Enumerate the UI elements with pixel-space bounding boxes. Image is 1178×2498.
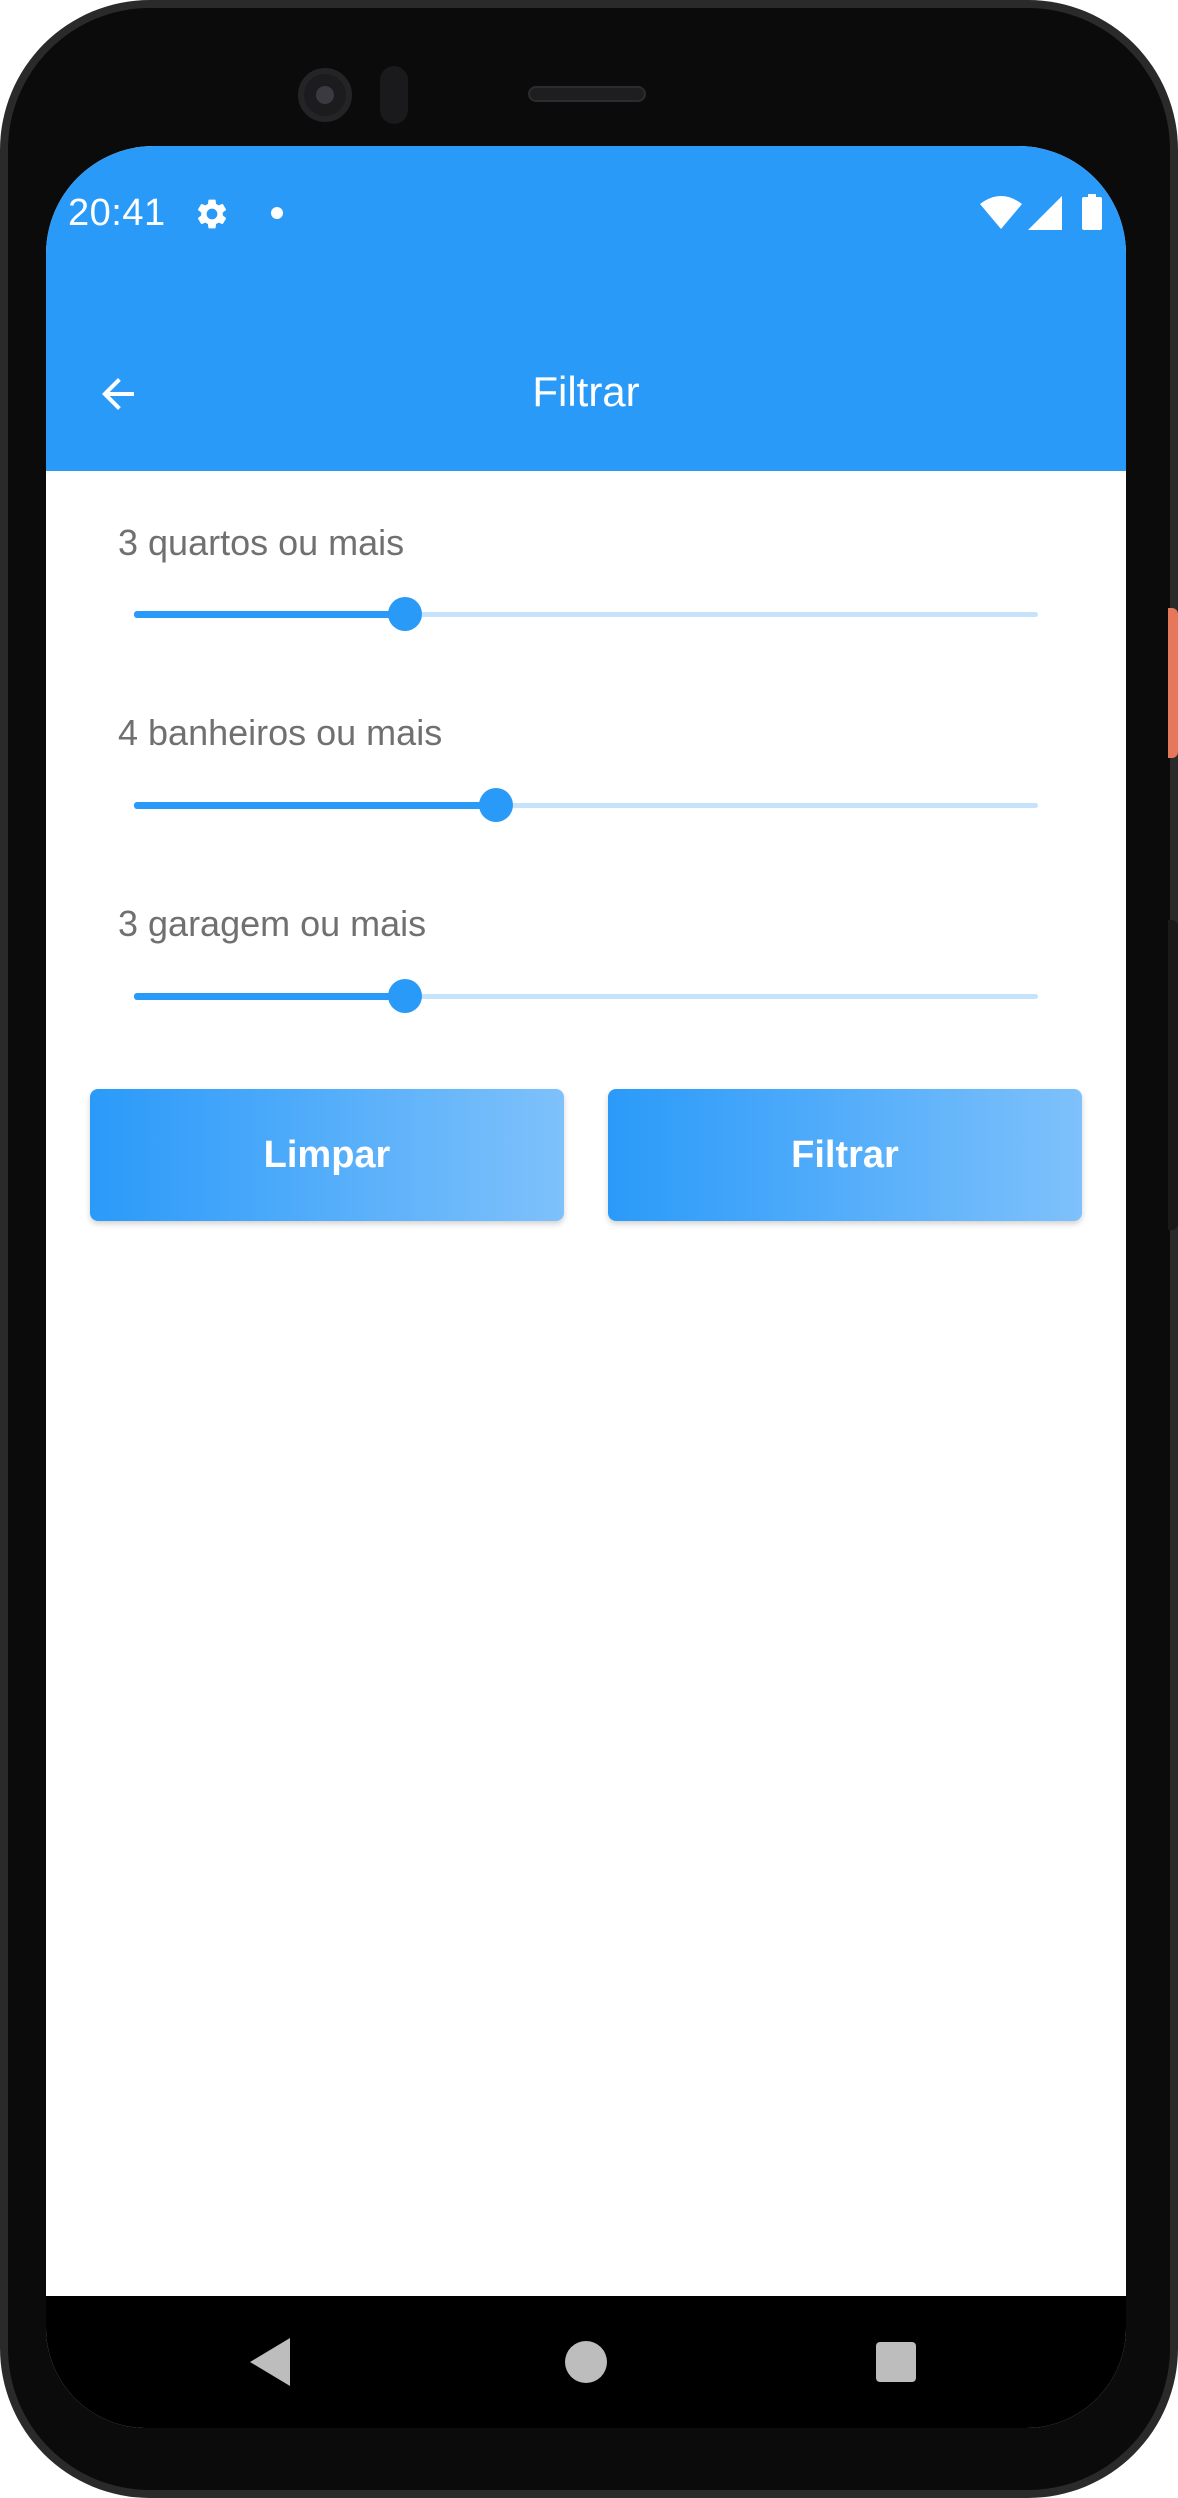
battery-icon <box>1082 194 1102 230</box>
app-screen: 20:41 Filtrar 3 quartos ou mais 4 banhei… <box>46 146 1126 2428</box>
power-button <box>1168 608 1178 758</box>
bathrooms-label: 4 banheiros ou mais <box>118 712 443 753</box>
system-nav-bar <box>46 2296 1126 2428</box>
status-time: 20:41 <box>68 192 166 234</box>
garage-slider[interactable] <box>134 974 1038 1018</box>
nav-back-icon[interactable] <box>250 2338 290 2386</box>
nav-recents-icon[interactable] <box>876 2342 916 2382</box>
proximity-sensor <box>380 66 408 124</box>
bathrooms-slider[interactable] <box>134 783 1038 827</box>
slider-thumb[interactable] <box>388 597 422 631</box>
earpiece-speaker <box>528 86 646 102</box>
clear-button[interactable]: Limpar <box>90 1089 564 1221</box>
signal-icon <box>1028 196 1062 230</box>
nav-home-icon[interactable] <box>565 2341 607 2383</box>
bedrooms-label: 3 quartos ou mais <box>118 522 405 563</box>
app-bar: 20:41 Filtrar <box>46 146 1126 471</box>
garage-label: 3 garagem ou mais <box>118 903 427 944</box>
notification-dot-icon <box>271 207 283 219</box>
slider-fill <box>134 802 496 809</box>
page-title: Filtrar <box>532 368 640 415</box>
filter-button[interactable]: Filtrar <box>608 1089 1082 1221</box>
gear-icon <box>197 199 227 229</box>
wifi-icon <box>980 196 1022 229</box>
slider-fill <box>134 611 405 618</box>
volume-button <box>1168 920 1178 1230</box>
front-camera <box>298 68 352 122</box>
slider-thumb[interactable] <box>388 979 422 1013</box>
slider-thumb[interactable] <box>479 788 513 822</box>
bedrooms-slider[interactable] <box>134 592 1038 636</box>
slider-fill <box>134 993 405 1000</box>
